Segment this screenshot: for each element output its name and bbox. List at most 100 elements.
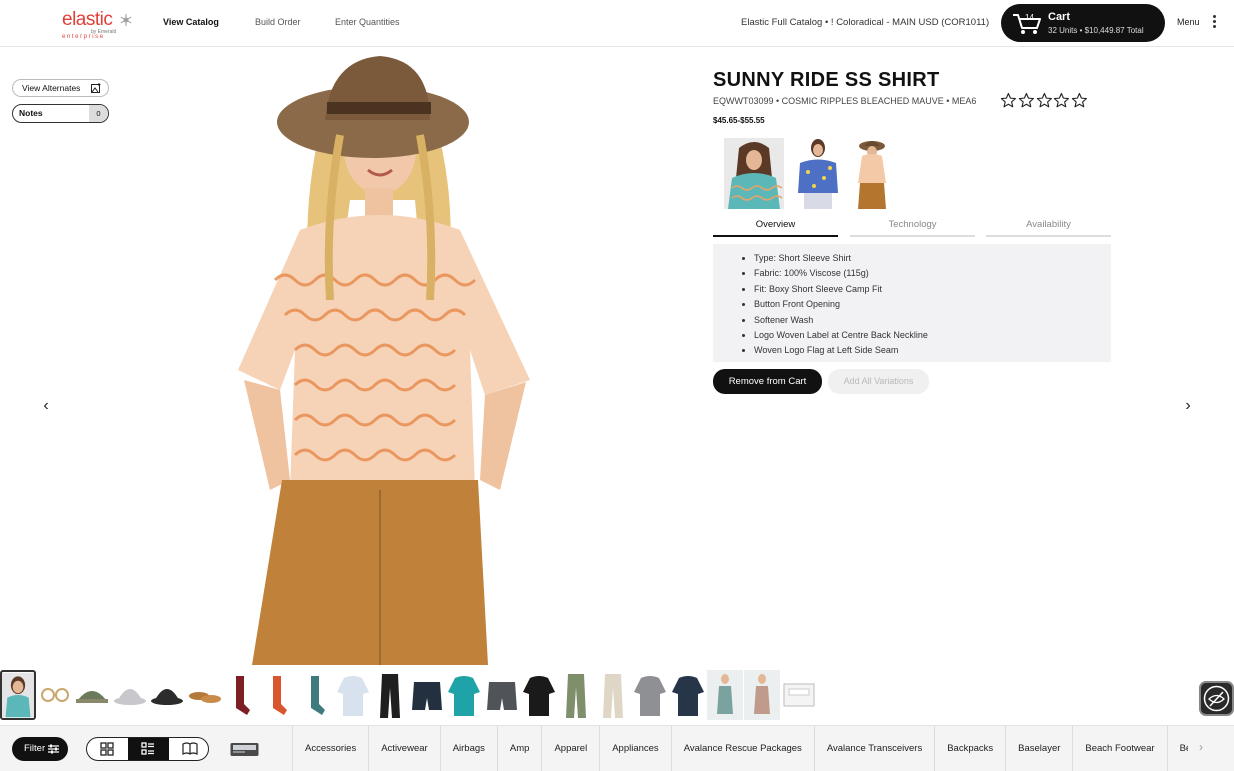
tab-overview[interactable]: Overview xyxy=(713,217,838,237)
category-item[interactable]: Apparel xyxy=(541,726,599,771)
swatch-teal-shirt[interactable] xyxy=(724,138,784,209)
notes-button[interactable]: Notes 0 xyxy=(12,104,109,123)
next-image-arrow-icon[interactable]: › xyxy=(1181,398,1195,414)
gift-box-icon[interactable] xyxy=(781,670,817,720)
category-item[interactable]: Baselayer xyxy=(1005,726,1072,771)
product-main-image xyxy=(238,56,530,665)
wide-hat-icon[interactable] xyxy=(149,670,185,720)
dress-icon[interactable] xyxy=(744,670,780,720)
sandal-icon[interactable] xyxy=(186,670,222,720)
swimsuit-icon[interactable] xyxy=(706,670,743,720)
star-icon[interactable] xyxy=(1018,92,1035,109)
brand-logo[interactable]: elastic by Emerald enterprise xyxy=(62,9,134,40)
swatch-blue-shirt[interactable] xyxy=(790,138,850,209)
shorts-navy-icon[interactable] xyxy=(409,670,445,720)
image-add-icon xyxy=(91,83,101,93)
swatch-peach-shirt[interactable] xyxy=(850,138,910,209)
sock-orange-icon[interactable] xyxy=(260,670,296,720)
sock-blue-icon[interactable] xyxy=(298,670,334,720)
category-item[interactable]: Backpacks xyxy=(934,726,1005,771)
category-item[interactable]: Accessories xyxy=(292,726,368,771)
category-item[interactable]: Amp xyxy=(496,726,542,771)
pants-olive-icon[interactable] xyxy=(558,670,594,720)
socks-red-icon[interactable] xyxy=(223,670,259,720)
tab-availability[interactable]: Availability xyxy=(986,217,1111,237)
view-alternates-button[interactable]: View Alternates xyxy=(12,79,109,97)
view-mode-toggle xyxy=(86,737,209,761)
bucket-hat-icon[interactable] xyxy=(112,670,148,720)
sliders-icon xyxy=(48,744,59,754)
kebab-menu-icon[interactable] xyxy=(1211,15,1217,31)
shirt-teal-icon[interactable] xyxy=(0,670,36,720)
open-book-icon xyxy=(182,742,198,755)
pants-black-icon[interactable] xyxy=(372,670,408,720)
rating-stars[interactable] xyxy=(1000,92,1088,109)
product-tabs: Overview Technology Availability xyxy=(713,217,1111,237)
menu-label[interactable]: Menu xyxy=(1177,17,1200,27)
nav-enter-quantities[interactable]: Enter Quantities xyxy=(335,17,400,27)
category-item[interactable]: Airbags xyxy=(439,726,497,771)
jacket-grey-icon[interactable] xyxy=(632,670,668,720)
cart-summary: 32 Units • $10,449.87 Total xyxy=(1048,26,1144,35)
tab-technology[interactable]: Technology xyxy=(850,217,975,237)
eye-off-icon xyxy=(1203,685,1230,712)
category-item[interactable]: Beach Footwear xyxy=(1072,726,1166,771)
bottom-bar: Filter Accessories Activewear Airbags Amp Ap… xyxy=(0,725,1234,771)
top-bar: elastic by Emerald enterprise View Catal… xyxy=(0,0,1234,47)
category-item[interactable]: Avalance Transceivers xyxy=(813,726,934,771)
shirt-white-icon[interactable] xyxy=(335,670,371,720)
grid-view-button[interactable] xyxy=(87,738,128,760)
hide-thumbnails-button[interactable] xyxy=(1199,681,1234,716)
star-icon[interactable] xyxy=(1000,92,1017,109)
filter-label: Filter xyxy=(24,743,46,754)
feature-item: Fit: Boxy Short Sleeve Camp Fit xyxy=(754,282,1111,297)
feature-item: Button Front Opening xyxy=(754,297,1111,312)
cart-count-badge: 14 xyxy=(1025,13,1034,22)
cap-icon[interactable] xyxy=(74,670,110,720)
star-icon[interactable] xyxy=(1071,92,1088,109)
product-meta: EQWWT03099 • COSMIC RIPPLES BLEACHED MAU… xyxy=(713,96,977,106)
list-icon xyxy=(141,742,154,755)
hoodie-teal-icon[interactable] xyxy=(446,670,482,720)
notes-label: Notes xyxy=(19,108,43,118)
feature-item: Type: Short Sleeve Shirt xyxy=(754,251,1111,266)
category-item[interactable]: Avalance Rescue Packages xyxy=(670,726,814,771)
logo-snowflake-icon xyxy=(120,14,132,26)
feature-item: Fabric: 100% Viscose (115g) xyxy=(754,266,1111,281)
logo-wordmark: elastic xyxy=(62,9,113,30)
category-item[interactable]: Appliances xyxy=(599,726,670,771)
feature-item: Logo Woven Label at Centre Back Neckline xyxy=(754,328,1111,343)
product-price: $45.65-$55.55 xyxy=(713,116,765,125)
cart-button[interactable]: 14 Cart 32 Units • $10,449.87 Total xyxy=(1001,4,1165,42)
catalog-view-button[interactable] xyxy=(169,738,208,760)
category-item[interactable]: Bedding xyxy=(1166,726,1188,771)
nav-view-catalog[interactable]: View Catalog xyxy=(163,17,219,27)
prev-image-arrow-icon[interactable]: ‹ xyxy=(39,398,53,414)
nav-build-order[interactable]: Build Order xyxy=(255,17,301,27)
sunglasses-icon[interactable] xyxy=(37,670,73,720)
category-item[interactable]: Activewear xyxy=(368,726,439,771)
rashguard-navy-icon[interactable] xyxy=(670,670,706,720)
shorts-grey-icon[interactable] xyxy=(484,670,520,720)
view-alternates-label: View Alternates xyxy=(22,83,81,93)
filter-button[interactable]: Filter xyxy=(12,737,68,761)
pants-beige-icon[interactable] xyxy=(595,670,631,720)
list-view-button[interactable] xyxy=(128,738,169,760)
remove-from-cart-button[interactable]: Remove from Cart xyxy=(713,369,822,394)
grid-icon xyxy=(100,742,114,756)
catalog-selector[interactable]: Elastic Full Catalog • ! Coloradical - M… xyxy=(741,17,989,28)
category-bar: Accessories Activewear Airbags Amp Apparel Ap… xyxy=(292,726,1188,771)
notes-count-badge: 0 xyxy=(89,105,108,122)
product-thumbnail-strip xyxy=(0,670,820,720)
cart-title: Cart xyxy=(1048,11,1071,23)
star-icon[interactable] xyxy=(1036,92,1053,109)
feature-item: Softener Wash xyxy=(754,313,1111,328)
jacket-black-icon[interactable] xyxy=(521,670,557,720)
star-icon[interactable] xyxy=(1053,92,1070,109)
feature-list: Type: Short Sleeve Shirt Fabric: 100% Vi… xyxy=(713,244,1111,362)
add-all-variations-button[interactable]: Add All Variations xyxy=(828,369,929,394)
feature-item: Woven Logo Flag at Left Side Seam xyxy=(754,343,1111,358)
logo-subtitle: enterprise xyxy=(62,34,105,40)
category-next-chevron-icon[interactable]: › xyxy=(1199,740,1203,754)
catalog-card-icon[interactable] xyxy=(230,740,259,758)
